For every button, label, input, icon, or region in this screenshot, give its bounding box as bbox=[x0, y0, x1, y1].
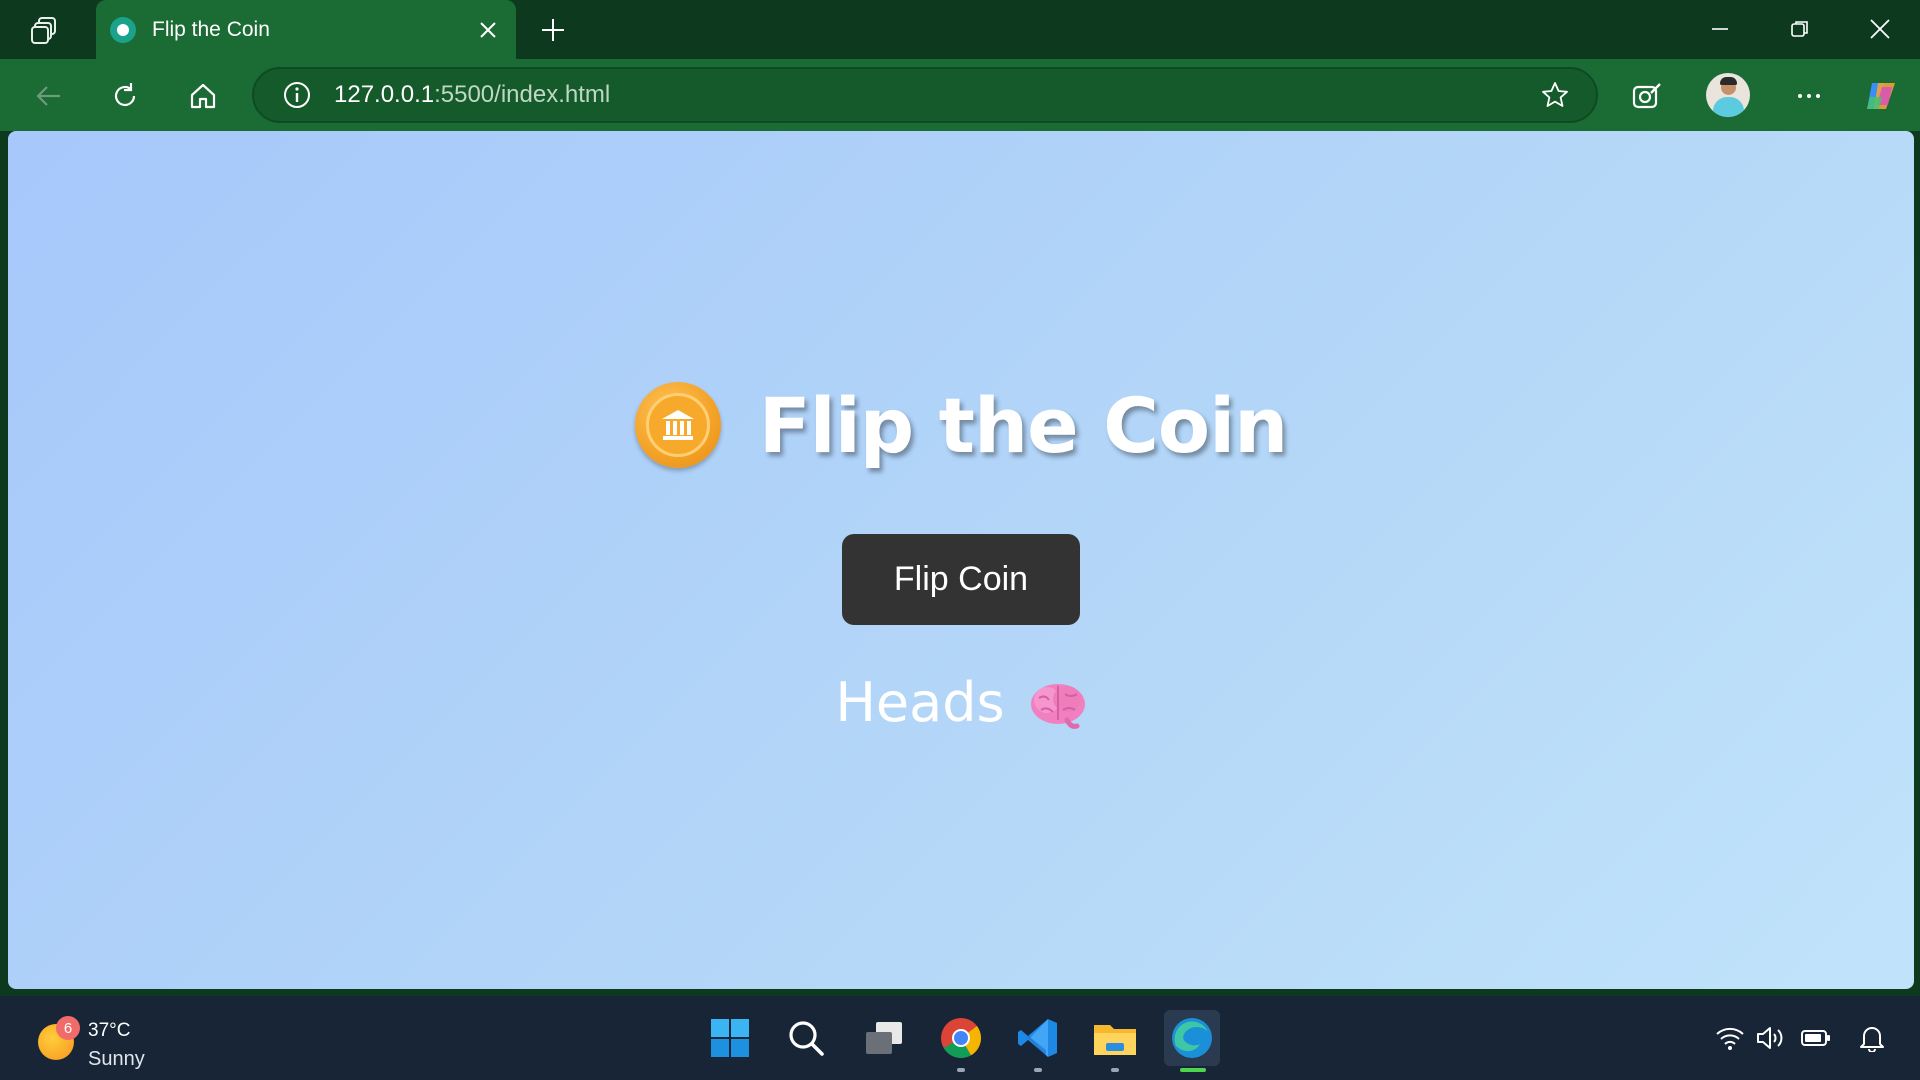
volume-icon[interactable] bbox=[1750, 1018, 1790, 1058]
address-bar[interactable]: 127.0.0.1:5500/index.html bbox=[252, 67, 1598, 123]
workspaces-icon[interactable] bbox=[22, 10, 68, 50]
reload-button[interactable] bbox=[102, 73, 148, 119]
site-info-icon[interactable] bbox=[274, 72, 320, 118]
more-options-icon[interactable] bbox=[1786, 73, 1832, 119]
notifications-bell-icon[interactable] bbox=[1852, 1018, 1892, 1058]
result-text: Heads bbox=[835, 671, 1005, 734]
browser-titlebar: Flip the Coin bbox=[0, 0, 1920, 59]
tab-title: Flip the Coin bbox=[152, 17, 270, 41]
brain-emoji-icon bbox=[1030, 683, 1085, 729]
restore-window-button[interactable] bbox=[1770, 6, 1830, 52]
edge-icon[interactable] bbox=[1164, 1010, 1220, 1072]
weather-temperature: 37°C bbox=[88, 1020, 131, 1041]
favorite-star-icon[interactable] bbox=[1532, 72, 1578, 118]
new-tab-button[interactable] bbox=[532, 9, 574, 51]
profile-avatar[interactable] bbox=[1706, 73, 1750, 117]
file-explorer-icon[interactable] bbox=[1087, 1010, 1143, 1072]
chrome-icon[interactable] bbox=[933, 1010, 989, 1072]
wifi-icon[interactable] bbox=[1710, 1018, 1750, 1058]
copilot-icon[interactable] bbox=[1858, 73, 1904, 119]
search-icon[interactable] bbox=[778, 1010, 834, 1066]
page-title: Flip the Coin bbox=[758, 381, 1288, 470]
url-text[interactable]: 127.0.0.1:5500/index.html bbox=[334, 81, 1532, 109]
start-button[interactable] bbox=[702, 1010, 758, 1066]
url-host: 127.0.0.1 bbox=[334, 81, 435, 108]
minimize-window-button[interactable] bbox=[1690, 6, 1750, 52]
weather-condition: Sunny bbox=[88, 1048, 145, 1070]
coin-bank-emoji-icon bbox=[634, 381, 721, 468]
battery-icon[interactable] bbox=[1796, 1018, 1836, 1058]
vscode-icon[interactable] bbox=[1010, 1010, 1066, 1072]
weather-badge: 6 bbox=[56, 1016, 80, 1040]
home-button[interactable] bbox=[180, 73, 226, 119]
back-button[interactable] bbox=[26, 73, 72, 119]
weather-widget[interactable]: 6 37°C Sunny bbox=[34, 1006, 164, 1070]
windows-taskbar: 6 37°C Sunny bbox=[0, 996, 1920, 1080]
browser-toolbar: 127.0.0.1:5500/index.html bbox=[0, 59, 1920, 131]
page-heading: Flip the Coin bbox=[8, 381, 1914, 470]
tab-flip-the-coin[interactable]: Flip the Coin bbox=[96, 0, 516, 59]
flip-coin-button[interactable]: Flip Coin bbox=[842, 534, 1080, 625]
result-area: Heads bbox=[8, 671, 1914, 734]
close-tab-icon[interactable] bbox=[468, 10, 508, 50]
screenshot-icon[interactable] bbox=[1624, 73, 1670, 119]
url-path: :5500/index.html bbox=[434, 81, 611, 108]
page-viewport: Flip the Coin Flip Coin Heads bbox=[8, 131, 1914, 989]
task-view-icon[interactable] bbox=[856, 1010, 912, 1066]
favicon-icon bbox=[110, 16, 136, 43]
close-window-button[interactable] bbox=[1850, 6, 1910, 52]
